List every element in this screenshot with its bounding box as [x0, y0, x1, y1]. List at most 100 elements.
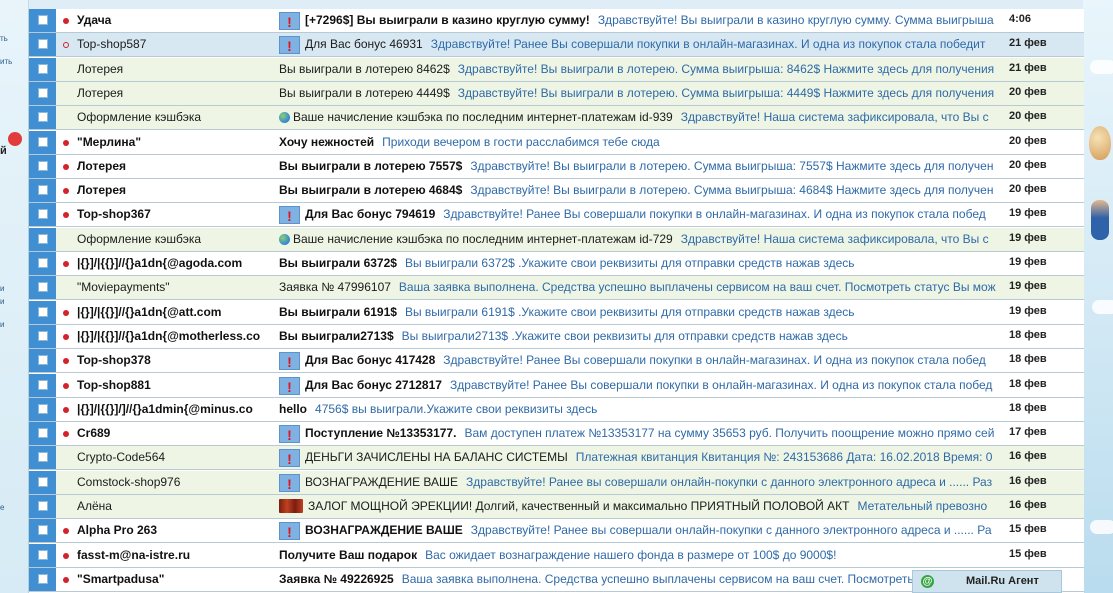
message-list: Удача! [+7296$] Вы выиграли в казино круг… — [28, 9, 1084, 593]
message-checkbox[interactable] — [38, 39, 48, 50]
message-subject: Для Вас бонус 46931 — [305, 37, 423, 52]
checkbox-column — [29, 179, 56, 203]
left-panel-fragment[interactable]: ть — [0, 34, 8, 43]
unread-marker-icon[interactable] — [63, 333, 69, 340]
message-date: 19 фев — [1009, 256, 1047, 268]
unread-marker-icon[interactable] — [63, 358, 69, 365]
unread-marker-icon[interactable] — [63, 212, 69, 219]
message-checkbox[interactable] — [38, 160, 48, 171]
unread-marker-icon[interactable] — [63, 382, 69, 389]
message-date: 16 фев — [1009, 474, 1047, 487]
message-row[interactable]: Лотерея Вы выиграли в лотерею 8462$ Здравс… — [29, 57, 1084, 82]
message-date: 19 фев — [1009, 231, 1047, 244]
message-subject: Вы выиграли в лотерею 4449$ — [279, 85, 450, 100]
message-row[interactable]: Удача! [+7296$] Вы выиграли в казино круг… — [29, 9, 1084, 33]
message-checkbox[interactable] — [38, 15, 48, 25]
message-checkbox[interactable] — [38, 549, 48, 560]
message-subject: Получите Ваш подарок — [279, 547, 418, 562]
message-date: 20 фев — [1009, 85, 1047, 98]
message-row[interactable]: Лотерея Вы выиграли в лотерею 7557$ Здравс… — [29, 154, 1084, 179]
message-row[interactable]: Лотерея Вы выиграли в лотерею 4449$ Здравс… — [29, 81, 1084, 106]
message-row[interactable]: Top-shop367! Для Вас бонус 794619 Здравств… — [29, 203, 1084, 228]
message-row[interactable]: Оформление кэшбэка Ваше начисление кэшбэк… — [29, 227, 1084, 252]
unread-marker-icon[interactable] — [63, 309, 69, 316]
checkbox-column — [29, 349, 56, 373]
message-checkbox[interactable] — [38, 403, 48, 414]
checkbox-column — [29, 130, 56, 154]
message-checkbox[interactable] — [38, 501, 48, 511]
message-checkbox[interactable] — [38, 87, 48, 98]
message-row[interactable]: |{}]/|{{}]//{}a1dn{@att.com Вы выиграли 6… — [29, 300, 1084, 325]
unread-marker-icon[interactable] — [63, 163, 69, 170]
unread-marker-icon[interactable] — [63, 188, 69, 195]
message-row[interactable]: Лотерея Вы выиграли в лотерею 4684$ Здравс… — [29, 179, 1084, 204]
message-checkbox[interactable] — [38, 573, 48, 584]
message-checkbox[interactable] — [38, 282, 48, 293]
message-row[interactable]: Comstock-shop976! ВОЗНАГРАЖДЕНИЕ ВАШЕ Здра… — [29, 470, 1084, 495]
message-preview: Заявка № 47996107 Ваша заявка выполнена. … — [279, 276, 1005, 299]
left-panel-fragment: и — [0, 284, 5, 293]
message-row[interactable]: Top-shop378 ! Для Вас бонус 417428 Здравств… — [29, 349, 1084, 374]
message-row[interactable]: "Мерлина" Хочу нежностей Приходи вечером в… — [29, 130, 1084, 155]
unread-marker-icon[interactable] — [63, 139, 69, 146]
message-checkbox[interactable] — [38, 476, 48, 487]
left-panel-fragment: и — [0, 297, 5, 306]
message-checkbox[interactable] — [38, 112, 48, 123]
message-checkbox[interactable] — [38, 452, 48, 463]
message-preview: ! Для Вас бонус 46931 Здравствуйте! Ранее … — [279, 33, 1005, 56]
message-checkbox[interactable] — [38, 379, 48, 390]
message-checkbox[interactable] — [38, 136, 48, 147]
message-checkbox[interactable] — [38, 185, 48, 196]
checkbox-column — [29, 470, 56, 494]
message-preview: Вы выиграли в лотерею 7557$ Здравствуйте!… — [279, 155, 1005, 178]
message-snippet: Приходи вечером в гости расслабимся тебе… — [382, 134, 660, 149]
message-row[interactable]: |{}]/|{{}]//{}a1dn{@agoda.com Вы выиграли… — [29, 252, 1084, 276]
message-date: 18 фев — [1009, 377, 1047, 390]
unread-marker-icon[interactable] — [63, 42, 69, 49]
message-row[interactable]: |{}]/|{{}]//{}a1dn{@motherless.co Вы выиг… — [29, 324, 1084, 349]
message-subject: Ваше начисление кэшбэка по последним инт… — [293, 231, 673, 246]
message-subject: Для Вас бонус 2712817 — [305, 377, 442, 392]
message-row[interactable]: Crypto-Code564! ДЕНЬГИ ЗАЧИСЛЕНЫ НА БАЛАН… — [29, 446, 1084, 471]
unread-marker-icon[interactable] — [63, 552, 69, 559]
message-row[interactable]: "Moviepayments" Заявка № 47996107 Ваша зая… — [29, 276, 1084, 301]
message-checkbox[interactable] — [38, 525, 48, 536]
mailru-agent-bar[interactable]: @ Mail.Ru Агент — [912, 570, 1062, 593]
unread-marker-icon[interactable] — [63, 406, 69, 413]
message-preview: ! Для Вас бонус 417428 Здравствуйте! Ранее… — [279, 349, 1005, 372]
heart-decoration-icon — [8, 132, 22, 146]
child-figure-decoration — [1091, 200, 1109, 240]
checkbox-column — [29, 106, 56, 130]
message-checkbox[interactable] — [38, 233, 48, 244]
alert-icon: ! — [279, 473, 300, 492]
message-sender: Удача — [77, 13, 112, 27]
message-checkbox[interactable] — [38, 258, 48, 268]
message-row[interactable]: Top-shop587! Для Вас бонус 46931 Здравству… — [29, 33, 1084, 58]
message-checkbox[interactable] — [38, 306, 48, 317]
message-preview: Вы выиграли 6191$ Вы выиграли 6191$ .Укаж… — [279, 301, 1005, 324]
message-checkbox[interactable] — [38, 209, 48, 220]
message-sender: Top-shop378 — [77, 353, 151, 368]
message-checkbox[interactable] — [38, 330, 48, 341]
message-row[interactable]: |{}]/|{{}]/]//{}a1dmin{@minus.co hello 475… — [29, 397, 1084, 422]
unread-marker-icon[interactable] — [63, 18, 69, 24]
unread-marker-icon[interactable] — [63, 576, 69, 583]
unread-marker-icon[interactable] — [63, 431, 69, 438]
message-row[interactable]: Алёна ЗАЛОГ МОЩНОЙ ЭРЕКЦИИ! Долгий, качес… — [29, 495, 1084, 519]
right-panel-background — [1083, 0, 1113, 593]
message-snippet: Здравствуйте! Вы выиграли в лотерею. Сум… — [457, 61, 995, 76]
message-date: 19 фев — [1009, 304, 1047, 317]
message-checkbox[interactable] — [38, 355, 48, 366]
unread-marker-icon[interactable] — [63, 261, 69, 267]
unread-marker-icon[interactable] — [63, 528, 69, 535]
message-snippet: 4756$ вы выиграли.Укажите свои реквизиты… — [315, 401, 598, 416]
message-checkbox[interactable] — [38, 428, 48, 439]
left-panel-fragment[interactable]: ить — [0, 57, 12, 66]
message-row[interactable]: Alpha Pro 263! ВОЗНАГРАЖДЕНИЕ ВАШЕ Здравст… — [29, 519, 1084, 544]
message-row[interactable]: fasst-m@na-istre.ru Получите Ваш подарок В… — [29, 543, 1084, 568]
message-row[interactable]: Оформление кэшбэка Ваше начисление кэшбэк… — [29, 106, 1084, 131]
message-row[interactable]: Top-shop881! Для Вас бонус 2712817 Здравст… — [29, 373, 1084, 398]
message-checkbox[interactable] — [38, 63, 48, 74]
message-row[interactable]: Cr689! Поступление №13353177. Вам доступен… — [29, 422, 1084, 447]
checkbox-column — [29, 397, 56, 421]
